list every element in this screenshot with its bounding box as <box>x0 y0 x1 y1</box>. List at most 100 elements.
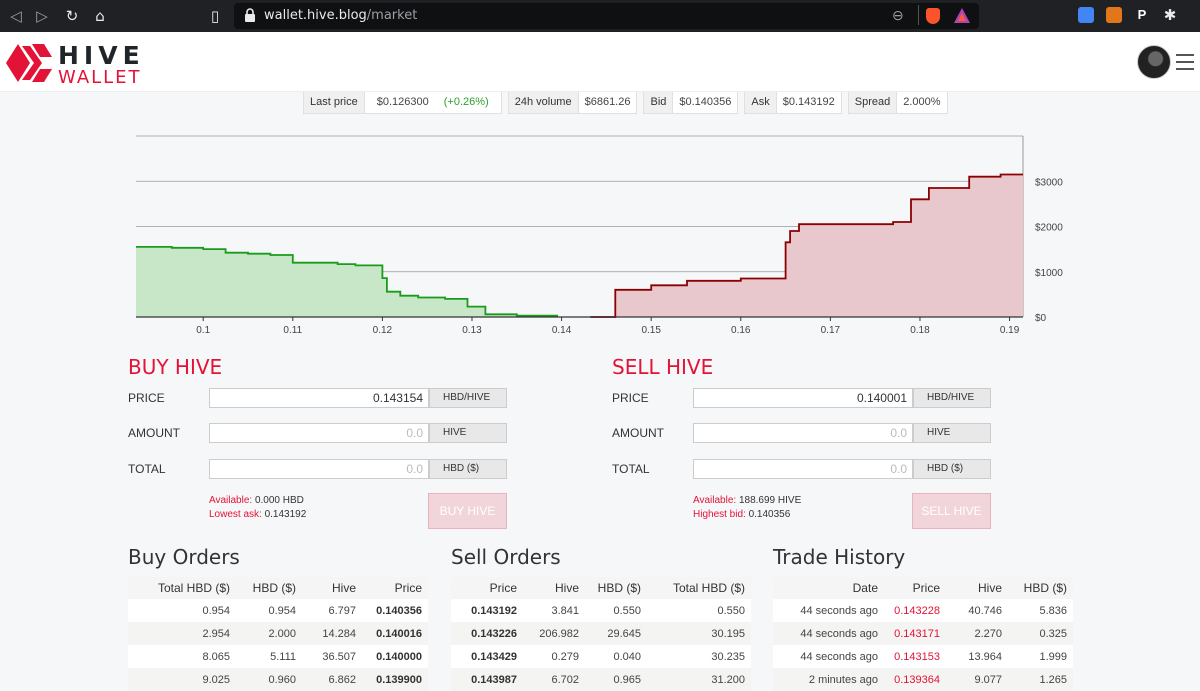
column-header[interactable]: HBD ($) <box>236 577 302 599</box>
table-row[interactable]: 0.143226 206.982 29.645 30.195 <box>451 622 751 645</box>
column-header[interactable]: HBD ($) <box>585 577 647 599</box>
column-header[interactable]: Price <box>884 577 946 599</box>
column-header[interactable]: Hive <box>946 577 1008 599</box>
bookmark-icon[interactable]: ▯ <box>205 6 225 26</box>
column-header[interactable]: Date <box>773 577 884 599</box>
table-row[interactable]: 2 minutes ago 0.139364 9.077 1.265 <box>773 668 1073 691</box>
url-text: wallet.hive.blog/market <box>264 8 417 23</box>
column-header[interactable]: Price <box>362 577 428 599</box>
ticker-value: $6861.26 <box>584 96 631 108</box>
cell-date: 44 seconds ago <box>773 622 884 645</box>
cell-total: 2.954 <box>128 622 236 645</box>
ticker-last-price: Last price $0.126300 (+0.26%) <box>303 92 502 114</box>
sell-amount-label: AMOUNT <box>612 426 664 440</box>
cell-hbd: 5.111 <box>236 645 302 668</box>
ticker-label: Bid <box>644 92 674 113</box>
x-tick-label: 0.19 <box>1000 325 1020 336</box>
hive-logo-icon[interactable] <box>6 44 52 82</box>
translate-extension-icon[interactable] <box>1078 7 1094 23</box>
buy-available[interactable]: Available: 0.000 HBD <box>209 494 306 508</box>
buy-amount-unit: HIVE <box>429 423 507 443</box>
cell-hbd: 0.954 <box>236 599 302 622</box>
address-bar[interactable]: wallet.hive.blog/market ⊖ <box>234 3 979 29</box>
column-header[interactable]: Hive <box>302 577 362 599</box>
reload-icon[interactable]: ↻ <box>62 6 82 26</box>
home-icon[interactable]: ⌂ <box>90 6 110 26</box>
back-icon[interactable]: ◁ <box>6 6 26 26</box>
extensions-puzzle-icon[interactable]: ✱ <box>1162 7 1178 23</box>
brave-shield-icon[interactable] <box>926 8 940 24</box>
sell-total-input[interactable] <box>693 459 913 479</box>
buy-price-input[interactable] <box>209 388 429 408</box>
cell-hive: 2.270 <box>946 622 1008 645</box>
column-header[interactable]: Total HBD ($) <box>647 577 751 599</box>
sell-price-label: PRICE <box>612 391 649 405</box>
buy-orders-table: Total HBD ($) HBD ($) Hive Price 0.954 0… <box>128 577 428 691</box>
column-header[interactable]: HBD ($) <box>1008 577 1073 599</box>
cell-hbd: 0.965 <box>585 668 647 691</box>
sell-price-row: PRICE HBD/HIVE <box>612 388 1012 408</box>
logo-text-hive[interactable]: HIVE <box>58 41 145 70</box>
x-tick-label: 0.13 <box>462 325 482 336</box>
cell-total: 0.550 <box>647 599 751 622</box>
buy-lowest-ask[interactable]: Lowest ask: 0.143192 <box>209 508 306 522</box>
cell-hbd: 0.550 <box>585 599 647 622</box>
buy-hive-button[interactable]: BUY HIVE <box>428 493 507 529</box>
depth-chart[interactable]: $3000 $2000 $1000 $0 0.1 0.11 0.12 0.13 0.14 0.15… <box>0 120 1200 345</box>
sell-price-unit: HBD/HIVE <box>913 388 991 408</box>
browser-toolbar: ◁ ▷ ↻ ⌂ ▯ wallet.hive.blog/market ⊖ P ✱ <box>0 0 1200 32</box>
sell-price-input[interactable] <box>693 388 913 408</box>
metamask-extension-icon[interactable] <box>1106 7 1122 23</box>
table-row[interactable]: 0.143429 0.279 0.040 30.235 <box>451 645 751 668</box>
buy-total-label: TOTAL <box>128 462 166 476</box>
cell-hive: 40.746 <box>946 599 1008 622</box>
table-row[interactable]: 44 seconds ago 0.143153 13.964 1.999 <box>773 645 1073 668</box>
sell-hive-button[interactable]: SELL HIVE <box>912 493 991 529</box>
menu-icon[interactable] <box>1176 54 1194 75</box>
cell-date: 2 minutes ago <box>773 668 884 691</box>
x-tick-label: 0.12 <box>373 325 393 336</box>
table-row[interactable]: 44 seconds ago 0.143171 2.270 0.325 <box>773 622 1073 645</box>
sell-highest-bid[interactable]: Highest bid: 0.140356 <box>693 508 801 522</box>
table-row[interactable]: 8.065 5.111 36.507 0.140000 <box>128 645 428 668</box>
table-row[interactable]: 2.954 2.000 14.284 0.140016 <box>128 622 428 645</box>
x-tick-label: 0.18 <box>910 325 930 336</box>
x-tick-label: 0.14 <box>552 325 572 336</box>
buy-balance-info: Available: 0.000 HBD Lowest ask: 0.14319… <box>209 494 306 522</box>
forward-icon[interactable]: ▷ <box>32 6 52 26</box>
table-row[interactable]: 0.954 0.954 6.797 0.140356 <box>128 599 428 622</box>
site-header: HIVE WALLET <box>0 32 1200 92</box>
cell-hbd: 0.325 <box>1008 622 1073 645</box>
sell-amount-input[interactable] <box>693 423 913 443</box>
logo-text-wallet[interactable]: WALLET <box>58 67 142 88</box>
buy-price-row: PRICE HBD/HIVE <box>128 388 528 408</box>
column-header[interactable]: Price <box>451 577 523 599</box>
sell-available[interactable]: Available: 188.699 HIVE <box>693 494 801 508</box>
market-ticker: Last price $0.126300 (+0.26%) 24h volume… <box>303 92 954 114</box>
url-host: wallet.hive.blog <box>264 8 367 23</box>
buy-amount-input[interactable] <box>209 423 429 443</box>
brave-rewards-icon[interactable] <box>954 8 970 23</box>
table-row[interactable]: 44 seconds ago 0.143228 40.746 5.836 <box>773 599 1073 622</box>
cell-total: 30.195 <box>647 622 751 645</box>
buy-total-input[interactable] <box>209 459 429 479</box>
cell-total: 9.025 <box>128 668 236 691</box>
cell-total: 30.235 <box>647 645 751 668</box>
sell-orders-table: Price Hive HBD ($) Total HBD ($) 0.14319… <box>451 577 751 691</box>
cell-hbd: 2.000 <box>236 622 302 645</box>
cell-hbd: 0.040 <box>585 645 647 668</box>
cell-price: 0.143153 <box>884 645 946 668</box>
column-header[interactable]: Total HBD ($) <box>128 577 236 599</box>
cell-hive: 3.841 <box>523 599 585 622</box>
table-row[interactable]: 9.025 0.960 6.862 0.139900 <box>128 668 428 691</box>
keychain-extension-icon[interactable]: P <box>1134 7 1150 23</box>
zoom-icon[interactable]: ⊖ <box>892 7 904 24</box>
table-row[interactable]: 0.143987 6.702 0.965 31.200 <box>451 668 751 691</box>
column-header[interactable]: Hive <box>523 577 585 599</box>
avatar[interactable] <box>1137 45 1171 79</box>
cell-price: 0.140356 <box>362 599 428 622</box>
sell-amount-row: AMOUNT HIVE <box>612 423 1012 443</box>
buy-price-unit: HBD/HIVE <box>429 388 507 408</box>
table-row[interactable]: 0.143192 3.841 0.550 0.550 <box>451 599 751 622</box>
cell-hive: 206.982 <box>523 622 585 645</box>
